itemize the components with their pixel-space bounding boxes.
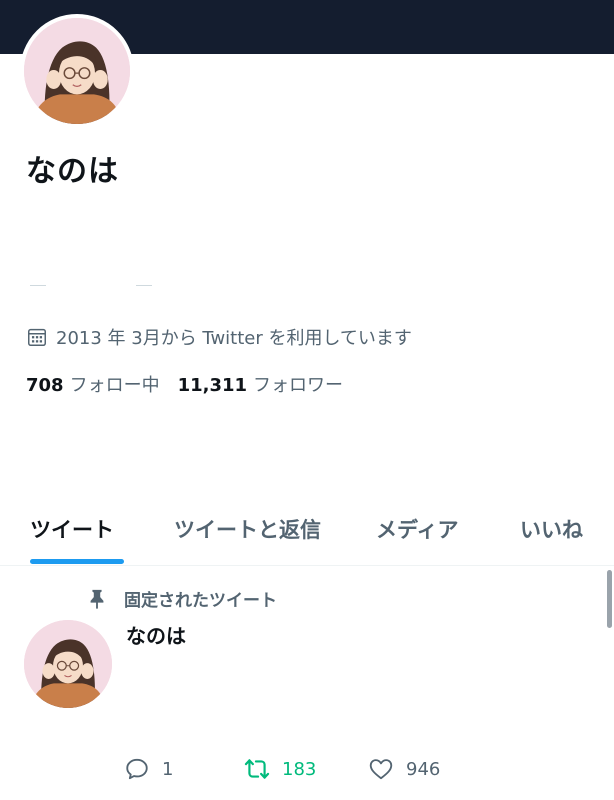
profile-tabs: ツイート ツイートと返信 メディア いいね xyxy=(0,500,614,566)
tweet-actions: 1 183 946 xyxy=(124,756,544,790)
following-count: 708 xyxy=(26,375,64,396)
tab-tweets[interactable]: ツイート xyxy=(30,514,114,544)
tweet-author-avatar[interactable] xyxy=(24,620,112,708)
faint-artifact xyxy=(136,285,152,286)
display-name: なのは xyxy=(26,154,119,189)
pinned-tweet-indicator: 固定されたツイート xyxy=(86,586,277,611)
tab-tweets-and-replies[interactable]: ツイートと返信 xyxy=(174,514,321,544)
scrollbar-thumb[interactable] xyxy=(607,570,612,628)
tab-likes[interactable]: いいね xyxy=(520,514,583,544)
followers-count: 11,311 xyxy=(177,375,248,396)
like-button[interactable]: 946 xyxy=(368,756,440,782)
pinned-label: 固定されたツイート xyxy=(124,591,277,611)
following-stat[interactable]: 708 フォロー中 xyxy=(26,371,160,397)
faint-artifact xyxy=(30,285,46,286)
like-count: 946 xyxy=(406,758,441,780)
followers-label: フォロワー xyxy=(253,375,344,396)
calendar-icon xyxy=(28,328,46,346)
tweet-author-name[interactable]: なのは xyxy=(126,620,186,649)
join-date: 2013 年 3月から Twitter を利用しています xyxy=(26,324,412,350)
retweet-button[interactable]: 183 xyxy=(244,756,316,782)
active-tab-indicator xyxy=(30,559,124,564)
pin-icon xyxy=(90,589,104,609)
follow-stats: 708 フォロー中 11,311 フォロワー xyxy=(26,371,361,397)
avatar-illustration xyxy=(24,620,112,708)
retweet-icon xyxy=(244,759,270,779)
like-icon xyxy=(369,759,393,780)
join-date-text: 2013 年 3月から Twitter を利用しています xyxy=(56,328,412,349)
reply-icon xyxy=(126,758,148,780)
followers-stat[interactable]: 11,311 フォロワー xyxy=(178,371,343,397)
avatar-illustration xyxy=(24,18,130,124)
profile-avatar[interactable] xyxy=(20,14,134,128)
reply-button[interactable]: 1 xyxy=(124,756,173,782)
following-label: フォロー中 xyxy=(69,375,160,396)
tab-media[interactable]: メディア xyxy=(376,514,459,544)
reply-count: 1 xyxy=(162,758,174,780)
retweet-count: 183 xyxy=(282,758,317,780)
